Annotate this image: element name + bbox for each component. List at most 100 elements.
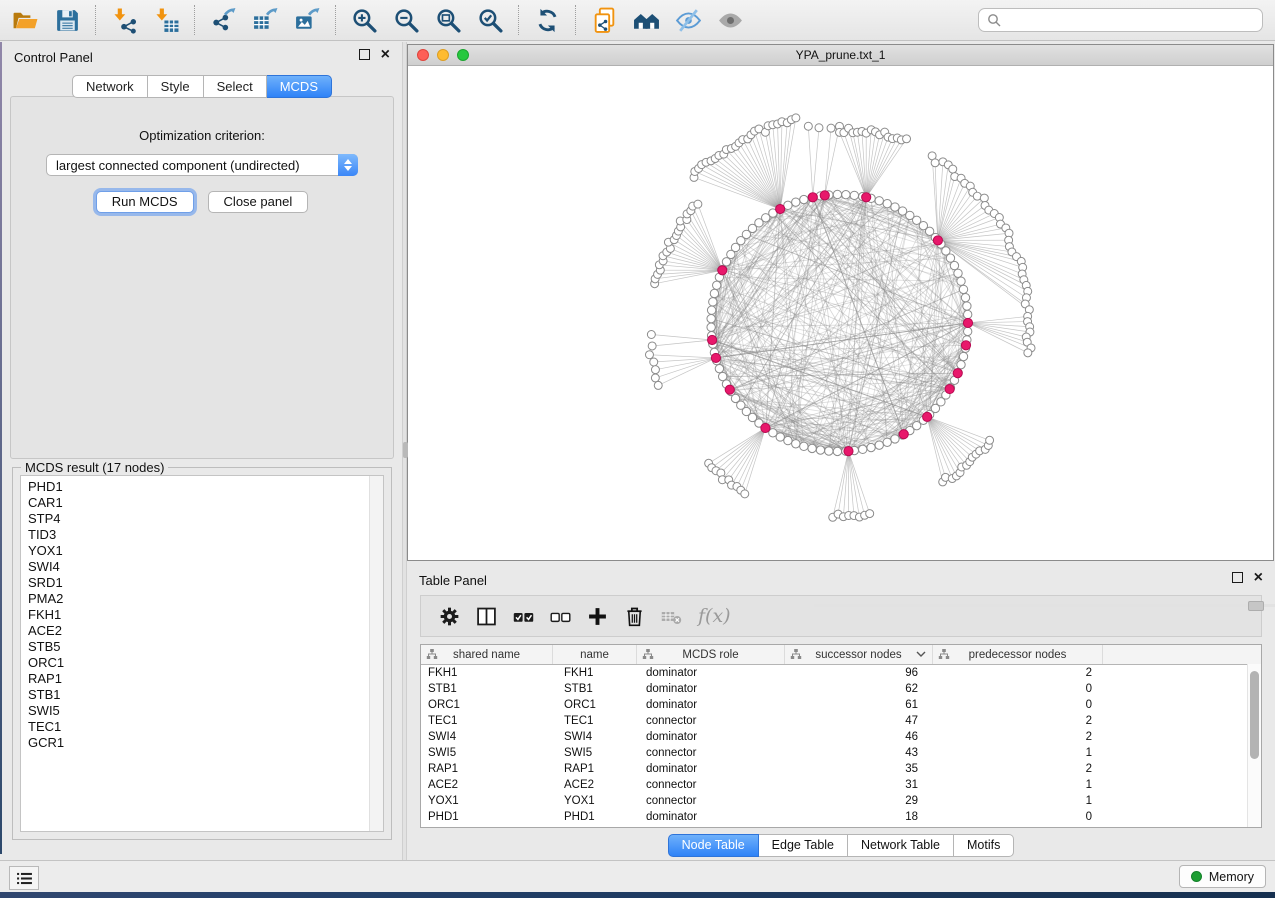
graph-node[interactable] [815,124,823,132]
table-row[interactable]: SWI4SWI4dominator462 [421,729,1261,745]
import-table-button[interactable] [145,3,187,37]
graph-node[interactable] [964,310,972,318]
graph-node[interactable] [647,331,655,339]
graph-dominator-node[interactable] [808,193,817,202]
export-network-button[interactable] [202,3,244,37]
graph-dominator-node[interactable] [963,318,972,327]
graph-dominator-node[interactable] [708,335,717,344]
mcds-result-item[interactable]: RAP1 [28,671,383,687]
graph-node[interactable] [986,436,994,444]
graph-dominator-node[interactable] [923,412,932,421]
tab-edge-table[interactable]: Edge Table [759,834,848,857]
memory-button[interactable]: Memory [1179,865,1266,888]
show-all-button[interactable] [709,3,751,37]
run-mcds-button[interactable]: Run MCDS [96,191,194,213]
graph-dominator-node[interactable] [961,341,970,350]
graph-node[interactable] [964,327,972,335]
graph-node[interactable] [645,351,653,359]
graph-node[interactable] [959,285,967,293]
mcds-result-item[interactable]: STB5 [28,639,383,655]
mcds-result-item[interactable]: YOX1 [28,543,383,559]
task-history-button[interactable] [9,866,39,890]
function-builder-button[interactable]: f(x) [690,599,739,633]
graph-node[interactable] [718,372,726,380]
mcds-result-item[interactable]: ACE2 [28,623,383,639]
table-row[interactable]: SWI5SWI5connector431 [421,745,1261,761]
network-graph[interactable] [408,66,1273,560]
window-close-icon[interactable] [417,49,429,61]
graph-dominator-node[interactable] [725,385,734,394]
float-panel-icon[interactable] [1232,572,1243,583]
export-image-button[interactable] [286,3,328,37]
graph-node[interactable] [825,447,833,455]
graph-node[interactable] [713,281,721,289]
graph-node[interactable] [875,441,883,449]
window-maximize-icon[interactable] [457,49,469,61]
add-column-button[interactable] [579,599,616,633]
table-scrollbar[interactable] [1247,664,1261,827]
tab-select[interactable]: Select [204,75,267,98]
hide-selected-button[interactable] [667,3,709,37]
graph-node[interactable] [715,364,723,372]
graph-node[interactable] [710,289,718,297]
graph-node[interactable] [959,352,967,360]
tab-mcds[interactable]: MCDS [267,75,332,98]
horizontal-splitter[interactable] [814,604,1275,607]
tab-style[interactable]: Style [148,75,204,98]
graph-dominator-node[interactable] [953,369,962,378]
graph-node[interactable] [850,191,858,199]
graph-node[interactable] [709,298,717,306]
graph-node[interactable] [875,197,883,205]
tab-network[interactable]: Network [72,75,148,98]
graph-node[interactable] [707,314,715,322]
zoom-in-button[interactable] [343,3,385,37]
table-row[interactable]: FKH1FKH1dominator962 [421,665,1261,681]
select-all-button[interactable] [505,599,542,633]
graph-dominator-node[interactable] [761,423,770,432]
open-session-button[interactable] [4,3,46,37]
mcds-result-item[interactable]: CAR1 [28,495,383,511]
mcds-result-item[interactable]: STP4 [28,511,383,527]
save-session-button[interactable] [46,3,88,37]
table-row[interactable]: TEC1TEC1connector472 [421,713,1261,729]
tab-node-table[interactable]: Node Table [668,834,759,857]
graph-node[interactable] [980,194,988,202]
graph-node[interactable] [651,366,659,374]
mcds-result-item[interactable]: SWI5 [28,703,383,719]
result-scrollbar[interactable] [369,476,383,831]
graph-node[interactable] [776,433,784,441]
clear-table-button[interactable] [653,599,690,633]
graph-dominator-node[interactable] [899,430,908,439]
search-input[interactable] [1007,12,1254,29]
graph-dominator-node[interactable] [862,193,871,202]
graph-node[interactable] [833,190,841,198]
show-columns-button[interactable] [468,599,505,633]
zoom-selected-button[interactable] [469,3,511,37]
network-canvas[interactable] [408,66,1273,560]
import-network-button[interactable] [103,3,145,37]
graph-node[interactable] [784,436,792,444]
graph-node[interactable] [800,195,808,203]
splitter-grip[interactable] [403,442,408,458]
search-box[interactable] [978,8,1263,32]
mcds-result-item[interactable]: GCR1 [28,735,383,751]
graph-node[interactable] [694,200,702,208]
graph-node[interactable] [650,358,658,366]
graph-node[interactable] [654,381,662,389]
graph-node[interactable] [867,443,875,451]
graph-node[interactable] [648,342,656,350]
vertical-splitter[interactable] [402,42,407,860]
graph-node[interactable] [891,203,899,211]
table-row[interactable]: STB1STB1dominator620 [421,681,1261,697]
mcds-result-item[interactable]: ORC1 [28,655,383,671]
window-minimize-icon[interactable] [437,49,449,61]
close-panel-button[interactable]: Close panel [208,191,309,213]
mcds-result-item[interactable]: TID3 [28,527,383,543]
mcds-result-list[interactable]: PHD1CAR1STP4TID3YOX1SWI4SRD1PMA2FKH1ACE2… [20,475,384,832]
mcds-result-item[interactable]: PHD1 [28,479,383,495]
graph-node[interactable] [808,444,816,452]
table-row[interactable]: YOX1YOX1connector291 [421,793,1261,809]
table-settings-button[interactable] [431,599,468,633]
graph-node[interactable] [963,302,971,310]
scrollbar-thumb[interactable] [1250,671,1259,759]
